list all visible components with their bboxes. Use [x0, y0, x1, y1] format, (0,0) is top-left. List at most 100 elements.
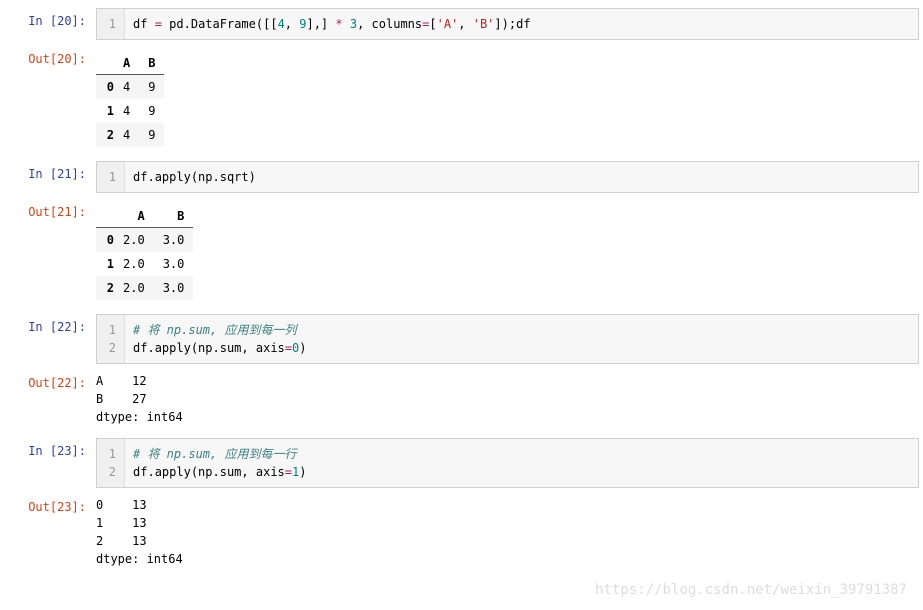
line-number-gutter: 1 — [97, 9, 125, 39]
row-index: 2 — [96, 276, 114, 300]
code-token: [ — [429, 17, 436, 31]
code-token: np — [198, 341, 212, 355]
line-number: 1 — [105, 15, 116, 33]
line-number: 2 — [105, 339, 116, 357]
code-token: ) — [299, 465, 306, 479]
output-body: AB02.03.012.03.022.03.0 — [96, 199, 919, 308]
table-header: A — [114, 205, 154, 228]
line-number-gutter: 1 — [97, 162, 125, 192]
code-token: df — [133, 341, 147, 355]
table-header: A — [114, 52, 139, 75]
line-number: 2 — [105, 463, 116, 481]
table-row: 02.03.0 — [96, 228, 193, 253]
code-token: ( — [191, 170, 198, 184]
output-cell: Out[21]:AB02.03.012.03.022.03.0 — [4, 199, 919, 308]
watermark-text: https://blog.csdn.net/weixin_39791387 — [595, 582, 907, 598]
code-line[interactable]: df.apply(np.sqrt) — [133, 168, 910, 186]
code-token: ]);df — [494, 17, 530, 31]
code-body[interactable]: # 将 np.sum, 应用到每一列 df.apply(np.sum, axis=… — [125, 315, 918, 363]
code-line[interactable]: # 将 np.sum, 应用到每一行 — [133, 445, 910, 463]
code-editor[interactable]: 12# 将 np.sum, 应用到每一行df.apply(np.sum, axi… — [96, 438, 919, 488]
table-cell: 3.0 — [154, 252, 194, 276]
code-token: df — [133, 170, 147, 184]
code-token: sqrt — [220, 170, 249, 184]
series-output: A 12 B 27 dtype: int64 — [96, 372, 919, 426]
table-row: 149 — [96, 99, 164, 123]
code-token: . — [213, 341, 220, 355]
code-token: df — [133, 465, 147, 479]
input-cell: In [20]: 1 df = pd.DataFrame([[4, 9],] * 3… — [4, 8, 919, 40]
code-token: 3 — [350, 17, 357, 31]
code-body[interactable]: df = pd.DataFrame([[4, 9],] * 3, columns… — [125, 9, 918, 39]
code-token: . — [147, 170, 154, 184]
line-number: 1 — [105, 445, 116, 463]
table-header: B — [139, 52, 164, 75]
code-token: , — [285, 17, 299, 31]
out-prompt: Out[23]: — [4, 494, 96, 514]
code-token: , axis — [241, 465, 284, 479]
code-token: sum — [220, 465, 242, 479]
code-token: = — [285, 465, 292, 479]
table-cell: 3.0 — [154, 276, 194, 300]
table-cell: 9 — [139, 123, 164, 147]
code-token: apply — [155, 341, 191, 355]
row-index: 0 — [96, 228, 114, 253]
output-cell: Out[22]:A 12 B 27 dtype: int64 — [4, 370, 919, 432]
code-editor[interactable]: 12 # 将 np.sum, 应用到每一列 df.apply(np.sum, axi… — [96, 314, 919, 364]
out-prompt: Out[22]: — [4, 370, 96, 390]
output-cell: Out[23]:0 13 1 13 2 13 dtype: int64 — [4, 494, 919, 574]
code-editor[interactable]: 1 df.apply(np.sqrt) — [96, 161, 919, 193]
code-token: ) — [299, 341, 306, 355]
row-index: 2 — [96, 123, 114, 147]
code-body[interactable]: df.apply(np.sqrt) — [125, 162, 918, 192]
in-prompt: In [23]: — [4, 438, 96, 458]
table-header: B — [154, 205, 194, 228]
code-token: = — [155, 17, 162, 31]
code-token: . — [147, 341, 154, 355]
in-prompt: In [20]: — [4, 8, 96, 28]
table-row: 12.03.0 — [96, 252, 193, 276]
code-token: , — [458, 17, 472, 31]
table-cell: 2.0 — [114, 276, 154, 300]
row-index: 1 — [96, 252, 114, 276]
input-cell: In [22]:12# 将 np.sum, 应用到每一列df.apply(np.… — [4, 314, 919, 364]
line-number-gutter: 12 — [97, 439, 125, 487]
code-token: [[ — [263, 17, 277, 31]
line-number: 1 — [105, 168, 116, 186]
input-cell: In [21]: 1 df.apply(np.sqrt) — [4, 161, 919, 193]
code-token: # 将 np.sum, 应用到每一列 — [133, 323, 296, 337]
table-header — [96, 205, 114, 228]
code-token: . — [213, 170, 220, 184]
code-line[interactable]: df.apply(np.sum, axis=1) — [133, 463, 910, 481]
code-token: 'A' — [437, 17, 459, 31]
code-token: df — [133, 17, 155, 31]
output-body: A 12 B 27 dtype: int64 — [96, 370, 919, 432]
code-token: np — [198, 465, 212, 479]
code-token: np — [198, 170, 212, 184]
code-token: . — [213, 465, 220, 479]
series-output: 0 13 1 13 2 13 dtype: int64 — [96, 496, 919, 568]
code-line[interactable]: # 将 np.sum, 应用到每一列 — [133, 321, 910, 339]
in-prompt: In [21]: — [4, 161, 96, 181]
out-prompt: Out[21]: — [4, 199, 96, 219]
code-token: 4 — [278, 17, 285, 31]
table-cell: 4 — [114, 75, 139, 100]
code-editor[interactable]: 1 df = pd.DataFrame([[4, 9],] * 3, column… — [96, 8, 919, 40]
code-token: ) — [249, 170, 256, 184]
table-cell: 2.0 — [114, 228, 154, 253]
row-index: 0 — [96, 75, 114, 100]
table-cell: 4 — [114, 123, 139, 147]
table-cell: 9 — [139, 99, 164, 123]
line-number-gutter: 12 — [97, 315, 125, 363]
code-token: , axis — [241, 341, 284, 355]
code-line[interactable]: df.apply(np.sum, axis=0) — [133, 339, 910, 357]
code-token — [343, 17, 350, 31]
code-line[interactable]: df = pd.DataFrame([[4, 9],] * 3, columns… — [133, 15, 910, 33]
code-token: * — [335, 17, 342, 31]
line-number: 1 — [105, 321, 116, 339]
code-token: apply — [155, 465, 191, 479]
table-cell: 4 — [114, 99, 139, 123]
code-body[interactable]: # 将 np.sum, 应用到每一行df.apply(np.sum, axis=… — [125, 439, 918, 487]
output-body: AB 049149249 — [96, 46, 919, 155]
input-cell: In [23]:12# 将 np.sum, 应用到每一行df.apply(np.… — [4, 438, 919, 488]
